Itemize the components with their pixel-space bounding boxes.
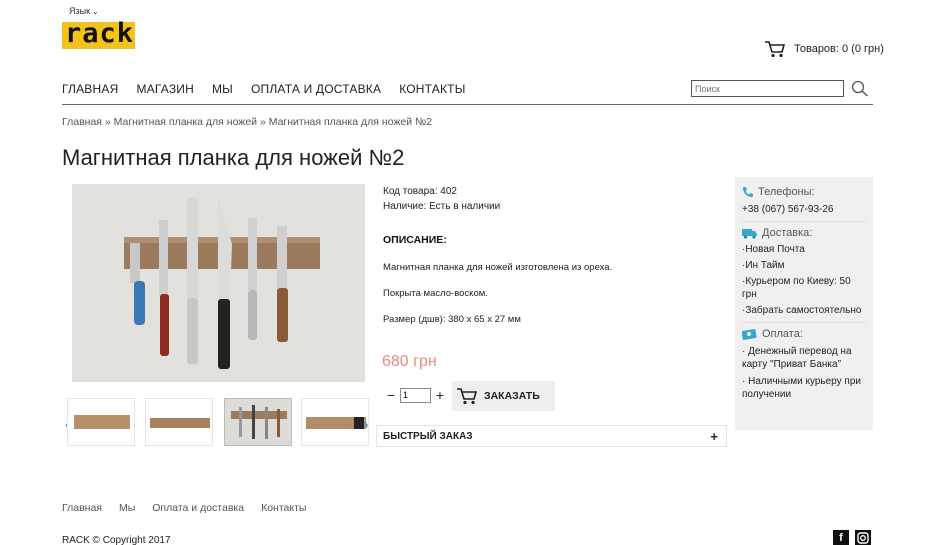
product-main-image[interactable]	[72, 184, 365, 382]
delivery-item: ·Курьером по Киеву: 50 грн	[742, 276, 851, 300]
plus-icon: +	[710, 429, 718, 444]
payment-item: · Денежный перевод на карту "Приват Банк…	[742, 346, 852, 370]
facebook-icon[interactable]: f	[833, 530, 849, 545]
chevron-right-icon[interactable]: ›	[364, 416, 369, 432]
phones-heading: Телефоны:	[742, 186, 866, 198]
nav-item-payment-delivery[interactable]: ОПЛАТА И ДОСТАВКА	[251, 82, 381, 96]
footer-link-payment-delivery[interactable]: Оплата и доставка	[152, 502, 244, 514]
qty-decrease-button[interactable]: −	[385, 387, 397, 403]
delivery-heading: Доставка:	[742, 227, 866, 239]
footer-link-home[interactable]: Главная	[62, 502, 102, 514]
delivery-item: ·Новая Почта	[742, 244, 805, 255]
footer-link-contacts[interactable]: Контакты	[261, 502, 306, 514]
product-code: Код товара: 402	[383, 186, 457, 197]
nav-item-contacts[interactable]: КОНТАКТЫ	[399, 82, 465, 96]
nav-item-about[interactable]: МЫ	[212, 82, 233, 96]
qty-increase-button[interactable]: +	[434, 387, 446, 403]
order-label: ЗАКАЗАТЬ	[484, 390, 540, 402]
delivery-item: ·Ин Тайм	[742, 260, 785, 271]
main-nav: ГЛАВНАЯ МАГАЗИН МЫ ОПЛАТА И ДОСТАВКА КОН…	[62, 82, 484, 96]
language-selector[interactable]: Язык ⌄	[69, 6, 99, 16]
phone-number[interactable]: +38 (067) 567-93-26	[742, 203, 866, 216]
quantity-stepper: − +	[385, 387, 446, 403]
description-heading: ОПИСАНИЕ:	[383, 234, 447, 246]
thumbnail-gallery: ‹ ›	[65, 398, 372, 446]
nav-item-shop[interactable]: МАГАЗИН	[136, 82, 194, 96]
delivery-item: ·Забрать самостоятельно	[742, 305, 862, 316]
quick-order-label: БЫСТРЫЙ ЗАКАЗ	[383, 431, 473, 442]
order-button[interactable]: ЗАКАЗАТЬ	[452, 381, 555, 411]
logo-text: rack	[65, 18, 135, 49]
divider	[742, 322, 866, 323]
copyright: RACK © Copyright 2017	[62, 535, 171, 545]
truck-icon	[742, 229, 757, 239]
breadcrumb[interactable]: Главная » Магнитная планка для ножей » М…	[62, 116, 432, 128]
cart-icon	[457, 388, 478, 405]
page-title: Магнитная планка для ножей №2	[62, 145, 405, 170]
product-price: 680 грн	[382, 353, 437, 370]
money-icon	[742, 329, 757, 340]
product-availability: Наличие: Есть в наличии	[383, 201, 501, 212]
qty-input[interactable]	[400, 387, 431, 403]
thumbnail[interactable]	[145, 398, 213, 446]
cart-icon	[765, 41, 786, 58]
description-line: Магнитная планка для ножей изготовлена и…	[383, 262, 613, 273]
thumbnail[interactable]	[67, 398, 135, 446]
cart-summary[interactable]: Товаров: 0 (0 грн)	[764, 40, 884, 58]
knives-photo	[72, 184, 365, 382]
product-meta: Код товара: 402 Наличие: Есть в наличии	[383, 184, 500, 214]
divider	[742, 221, 866, 222]
nav-item-home[interactable]: ГЛАВНАЯ	[62, 82, 118, 96]
search-icon[interactable]	[851, 80, 869, 97]
header-divider	[62, 104, 873, 105]
footer-nav: Главная Мы Оплата и доставка Контакты	[62, 502, 323, 514]
description-line: Покрыта масло-воском.	[383, 288, 488, 299]
site-logo[interactable]: rack	[62, 18, 135, 49]
chevron-down-icon: ⌄	[92, 7, 99, 16]
cart-label: Товаров: 0 (0 грн)	[794, 43, 884, 55]
phone-icon	[743, 187, 753, 197]
thumbnail-active[interactable]	[224, 398, 292, 446]
footer-link-about[interactable]: Мы	[119, 502, 135, 514]
description-line: Размер (дшв): 380 х 65 х 27 мм	[383, 314, 521, 325]
payment-item: · Наличными курьеру при получении	[742, 376, 861, 400]
quick-order-toggle[interactable]: БЫСТРЫЙ ЗАКАЗ +	[376, 425, 727, 447]
payment-heading: Оплата:	[742, 328, 866, 340]
instagram-icon[interactable]	[855, 530, 871, 545]
language-label: Язык	[69, 6, 91, 16]
thumbnail[interactable]	[301, 398, 369, 446]
info-sidebar: Телефоны: +38 (067) 567-93-26 Доставка: …	[735, 177, 873, 430]
search-input[interactable]	[691, 80, 844, 97]
